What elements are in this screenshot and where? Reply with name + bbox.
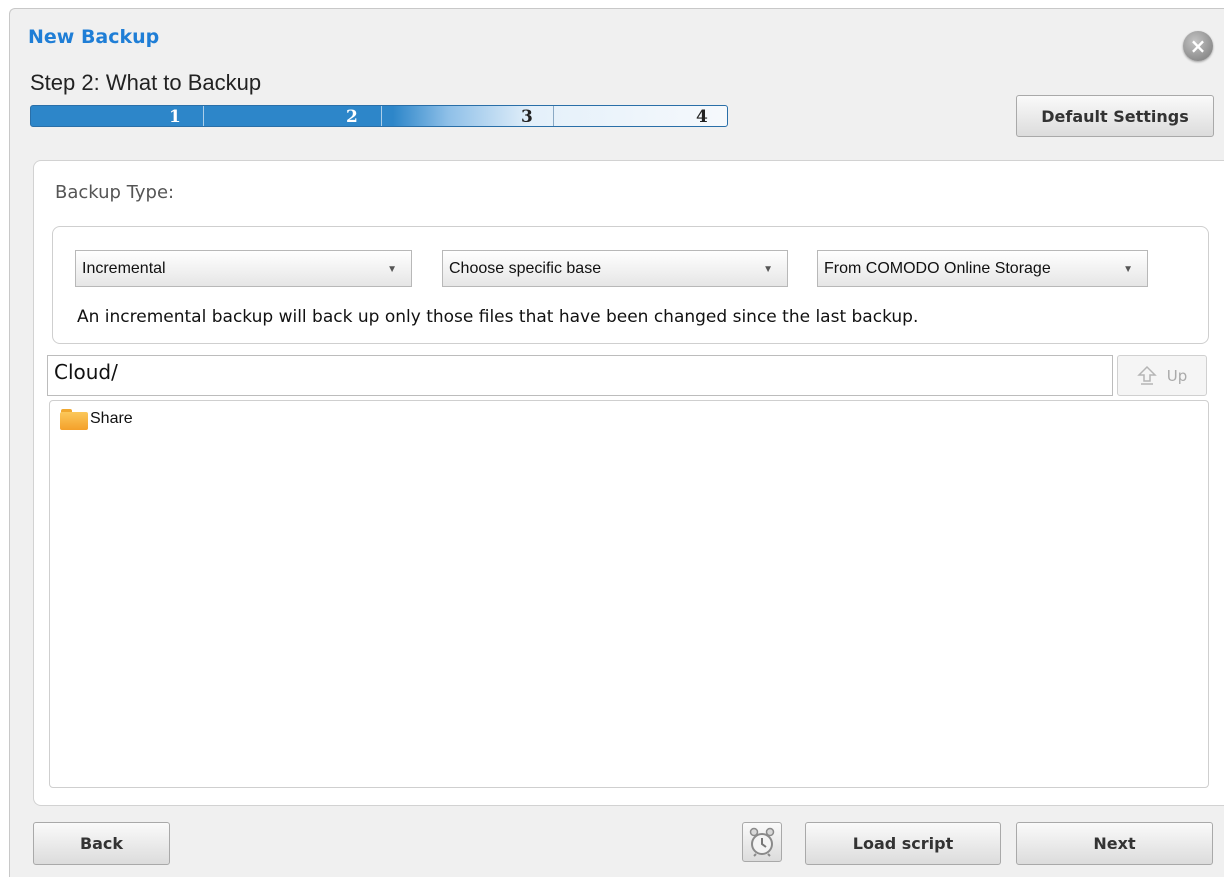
dialog-title: New Backup <box>28 26 160 48</box>
step-3-label: 3 <box>521 107 533 127</box>
step-4-label: 4 <box>696 107 708 127</box>
chevron-down-icon: ▼ <box>763 264 773 275</box>
base-select-value: Choose specific base <box>449 259 602 277</box>
source-select[interactable]: From COMODO Online Storage ▼ <box>817 250 1148 287</box>
back-button[interactable]: Back <box>33 822 170 865</box>
backup-type-value: Incremental <box>82 259 166 277</box>
backup-type-select[interactable]: Incremental ▼ <box>75 250 412 287</box>
step-2-label: 2 <box>346 107 358 127</box>
base-select[interactable]: Choose specific base ▼ <box>442 250 788 287</box>
source-select-value: From COMODO Online Storage <box>824 259 1051 277</box>
step-1-label: 1 <box>169 107 181 127</box>
close-icon[interactable]: × <box>1183 31 1213 61</box>
up-button-label: Up <box>1166 366 1188 385</box>
list-item-label: Share <box>90 410 133 427</box>
chevron-down-icon: ▼ <box>1123 264 1133 275</box>
up-button[interactable]: Up <box>1117 355 1207 396</box>
chevron-down-icon: ▼ <box>387 264 397 275</box>
next-button[interactable]: Next <box>1016 822 1213 865</box>
schedule-button[interactable] <box>742 822 782 862</box>
list-item[interactable]: Share <box>60 406 133 432</box>
backup-type-description: An incremental backup will back up only … <box>77 307 919 327</box>
step-title: Step 2: What to Backup <box>30 70 262 95</box>
alarm-clock-icon <box>749 827 775 857</box>
folder-icon <box>60 408 88 430</box>
path-input[interactable]: Cloud/ <box>47 355 1113 396</box>
up-arrow-icon <box>1136 365 1157 385</box>
load-script-button[interactable]: Load script <box>805 822 1001 865</box>
file-list <box>49 400 1209 788</box>
wizard-progress-bar: 1 2 3 4 <box>30 105 728 127</box>
default-settings-button[interactable]: Default Settings <box>1016 95 1214 137</box>
backup-type-label: Backup Type: <box>55 182 175 203</box>
